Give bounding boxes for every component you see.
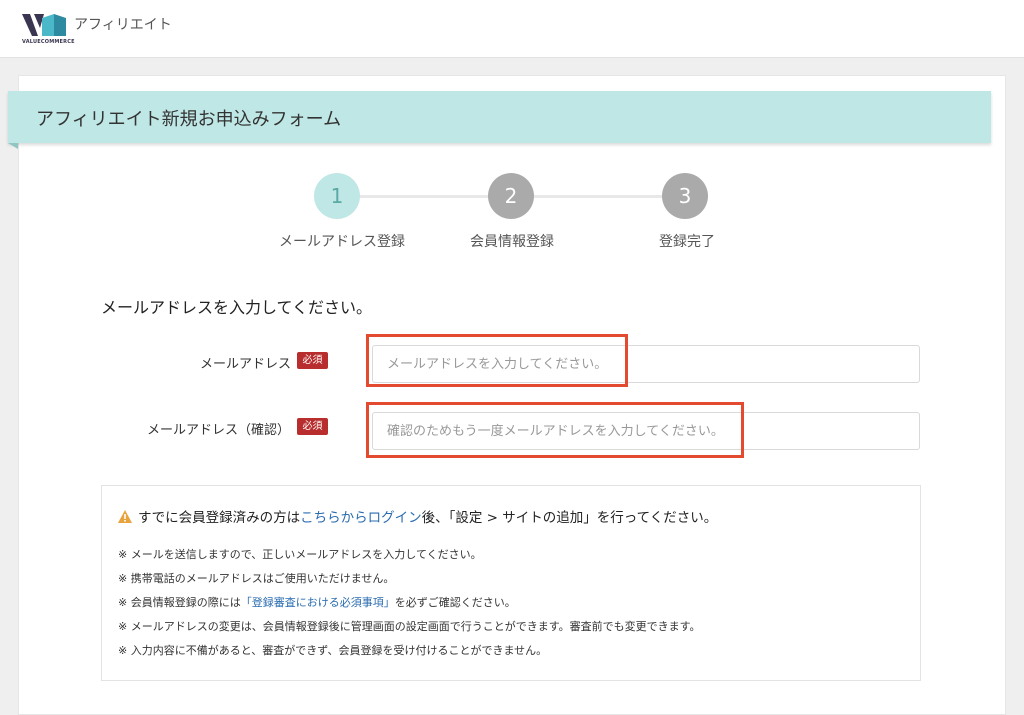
email-confirm-input[interactable]	[372, 412, 920, 450]
step-3-circle: 3	[662, 173, 708, 219]
requirements-link[interactable]: 「登録審査における必須事項」	[241, 596, 395, 609]
note-item: ※ 入力内容に不備があると、審査ができず、会員登録を受け付けることができません。	[118, 644, 548, 657]
page-title-banner: アフィリエイト新規お申込みフォーム	[8, 91, 991, 143]
page-title: アフィリエイト新規お申込みフォーム	[36, 109, 342, 130]
warning-icon	[118, 510, 132, 523]
required-badge: 必須	[297, 418, 328, 435]
notice-text: すでに会員登録済みの方は	[138, 510, 301, 526]
step-connector	[360, 195, 488, 198]
notice-text: 後、「設定 > サイトの追加」を行ってください。	[421, 510, 718, 526]
email-label: メールアドレス	[200, 357, 292, 372]
note-item: ※ メールを送信しますので、正しいメールアドレスを入力してください。	[118, 548, 482, 561]
step-connector	[534, 195, 662, 198]
email-confirm-label: メールアドレス（確認）	[147, 423, 291, 438]
note-item: ※ メールアドレスの変更は、会員情報登録後に管理画面の設定画面で行うことができま…	[118, 620, 701, 633]
notice-box: すでに会員登録済みの方はこちらからログイン後、「設定 > サイトの追加」を行って…	[101, 485, 921, 681]
top-bar: VALUECOMMERCE アフィリエイト	[0, 0, 1024, 58]
step-2-label: 会員情報登録	[470, 234, 554, 250]
brand-name: アフィリエイト	[74, 17, 172, 33]
form-instruction: メールアドレスを入力してください。	[101, 298, 373, 317]
login-link[interactable]: こちらからログイン	[300, 510, 422, 526]
logo-text: VALUECOMMERCE	[22, 39, 75, 45]
step-1-label: メールアドレス登録	[279, 234, 405, 250]
notice-heading: すでに会員登録済みの方はこちらからログイン後、「設定 > サイトの追加」を行って…	[118, 506, 717, 526]
email-input[interactable]	[372, 345, 920, 383]
banner-fold	[8, 143, 18, 149]
step-2-circle: 2	[488, 173, 534, 219]
step-3-label: 登録完了	[659, 234, 715, 250]
required-badge: 必須	[297, 352, 328, 369]
note-item: ※ 会員情報登録の際には「登録審査における必須事項」を必ずご確認ください。	[118, 596, 516, 609]
note-item: ※ 携帯電話のメールアドレスはご使用いただけません。	[118, 572, 395, 585]
step-1-circle: 1	[314, 173, 360, 219]
